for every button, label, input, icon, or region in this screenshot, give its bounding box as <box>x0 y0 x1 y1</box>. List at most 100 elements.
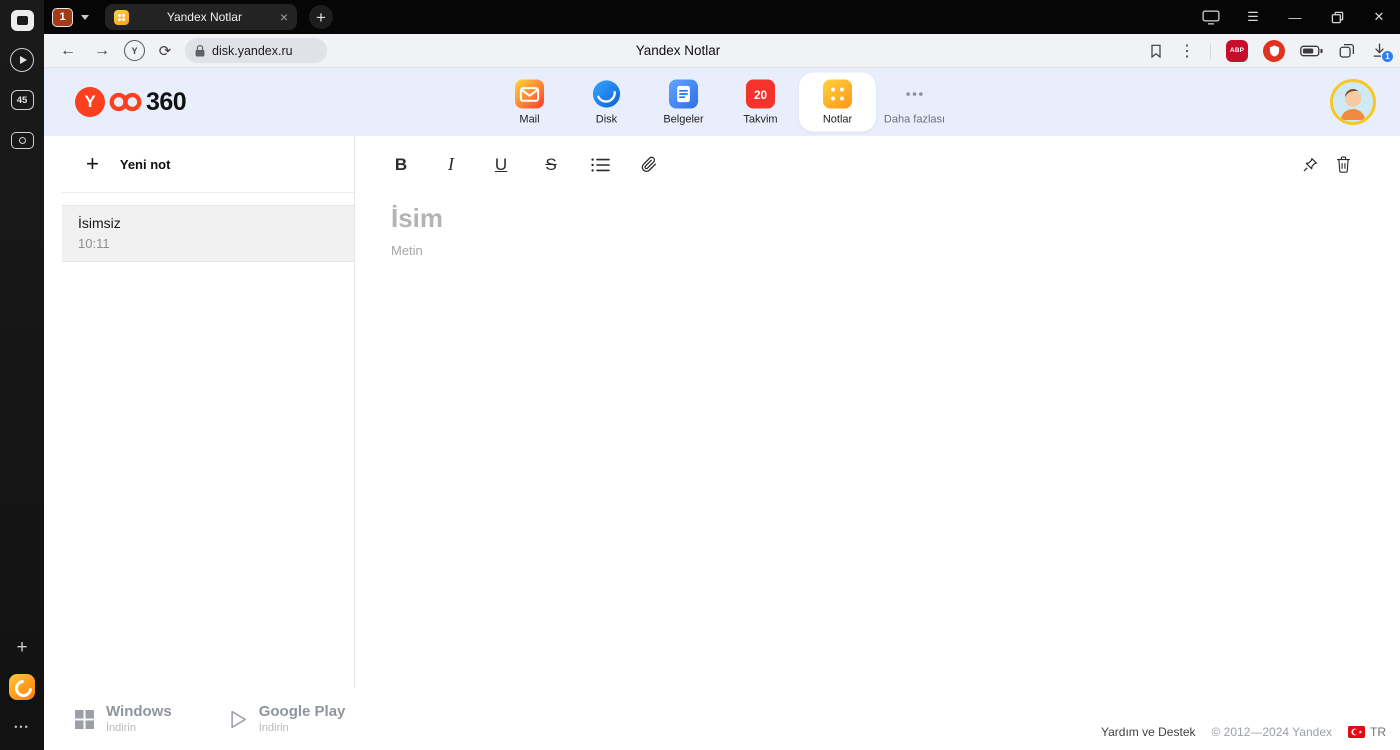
language-switcher[interactable]: TR <box>1348 725 1386 739</box>
disk-icon <box>592 80 621 109</box>
downloads-button[interactable]: 1 <box>1371 42 1394 63</box>
nav-item-disk[interactable]: Disk <box>568 73 645 132</box>
tabs-counter-button[interactable]: 45 <box>8 87 36 113</box>
address-bar[interactable]: disk.yandex.ru <box>185 38 327 63</box>
yandex-services-icon <box>9 674 35 700</box>
bookmark-button[interactable] <box>1148 42 1164 60</box>
avatar[interactable] <box>1330 79 1376 125</box>
italic-button[interactable]: I <box>441 154 461 175</box>
yandex-home-button[interactable]: Y <box>124 40 145 61</box>
svg-text:20: 20 <box>754 89 768 102</box>
browser-main: 1 Yandex Notlar × + ☰ — ✕ ← → Y ⟳ disk.y… <box>44 0 1400 750</box>
ellipsis-icon: ••• <box>14 722 30 732</box>
delete-note-button[interactable] <box>1335 155 1352 174</box>
video-play-button[interactable] <box>8 47 36 73</box>
footer-right: Yardım ve Destek © 2012—2024 Yandex TR <box>1101 725 1386 739</box>
note-title-placeholder[interactable]: İsim <box>391 203 1352 234</box>
battery-icon <box>1300 45 1323 56</box>
app-download-google-play[interactable]: Google Play İndirin <box>230 702 346 734</box>
tabs-count-badge: 45 <box>10 90 34 110</box>
sidebar-more-button[interactable]: ••• <box>8 714 36 740</box>
toolbar-menu-button[interactable]: ⋮ <box>1179 41 1195 61</box>
browser-toolbar: ← → Y ⟳ disk.yandex.ru Yandex Notlar ⋮ A… <box>44 34 1400 68</box>
plus-icon: + <box>86 151 99 176</box>
sidebar-bottom-group: + ••• <box>8 634 36 740</box>
yandex360-logo[interactable]: Y 360 <box>44 87 187 117</box>
note-list-item[interactable]: İsimsiz 10:11 <box>62 205 354 262</box>
abp-extension-button[interactable]: ABP <box>1226 39 1248 62</box>
restore-icon <box>1331 11 1343 23</box>
list-icon <box>591 157 610 172</box>
windows-icon <box>75 709 94 729</box>
strikethrough-button[interactable]: S <box>541 155 561 175</box>
logo-360-text: 360 <box>146 87 187 116</box>
toolbar-right-icons: ⋮ ABP 1 <box>1148 39 1394 63</box>
collections-button[interactable] <box>1338 42 1356 60</box>
toolbar-divider <box>1210 42 1211 59</box>
browser-menu-button[interactable]: ☰ <box>1244 8 1262 26</box>
tab-close-button[interactable]: × <box>280 10 288 24</box>
nav-item-more[interactable]: Daha fazlası <box>876 73 953 132</box>
note-editor: B I U S İsim Metin <box>355 136 1400 688</box>
infinity-icon <box>109 92 142 112</box>
reload-button[interactable]: ⟳ <box>155 42 175 60</box>
app-subtitle: İndirin <box>106 722 136 735</box>
tab-strip: 1 Yandex Notlar × + ☰ — ✕ <box>44 0 1400 34</box>
new-note-label: Yeni not <box>119 156 171 172</box>
sidebar-top-group: 45 <box>8 7 36 153</box>
browser-tab-active[interactable]: Yandex Notlar × <box>105 4 297 30</box>
tableau-button[interactable] <box>8 7 36 33</box>
panels-icon <box>1339 43 1355 58</box>
back-button[interactable]: ← <box>56 42 80 60</box>
note-body-placeholder[interactable]: Metin <box>391 243 1352 258</box>
trash-icon <box>1337 156 1350 173</box>
chevron-down-icon[interactable] <box>81 14 89 20</box>
underline-button[interactable]: U <box>491 155 511 175</box>
battery-button[interactable] <box>1300 45 1323 57</box>
copyright: © 2012—2024 Yandex <box>1211 725 1333 739</box>
notes-app-content: + Yeni not İsimsiz 10:11 B I U S İsim Me… <box>44 136 1400 688</box>
help-link[interactable]: Yardım ve Destek <box>1101 725 1195 739</box>
calendar-icon: 20 <box>746 79 775 109</box>
nav-item-notes[interactable]: Notlar <box>799 72 876 132</box>
tab-group-badge[interactable]: 1 <box>52 7 73 27</box>
more-icon <box>900 80 929 109</box>
app-name: Google Play <box>258 702 346 720</box>
nav-item-label: Notlar <box>822 113 853 126</box>
new-note-button[interactable]: + Yeni not <box>62 136 354 193</box>
nav-item-label: Disk <box>595 113 618 126</box>
minimize-button[interactable]: — <box>1286 8 1304 26</box>
nav-item-mail[interactable]: Mail <box>491 73 568 132</box>
nav-item-calendar[interactable]: 20 Takvim <box>722 73 799 132</box>
new-tab-button[interactable]: + <box>309 5 333 29</box>
pin-button[interactable] <box>1301 156 1319 174</box>
download-badge: 1 <box>1381 50 1394 63</box>
bold-button[interactable]: B <box>391 155 411 175</box>
screen-share-button[interactable] <box>1202 8 1220 26</box>
note-title: İsimsiz <box>78 215 121 231</box>
attach-button[interactable] <box>640 155 658 174</box>
yandex-services-button[interactable] <box>8 674 36 700</box>
editor-actions <box>1301 155 1352 174</box>
shield-icon <box>1269 45 1279 56</box>
service-header: Y 360 Mail Disk Belgeler 20 Takvim Notla… <box>44 68 1400 136</box>
notes-list: İsimsiz 10:11 <box>62 205 354 262</box>
nav-item-label: Takvim <box>743 113 778 126</box>
camera-icon <box>10 131 34 149</box>
browser-window: 45 + ••• 1 Yandex Notlar × + ☰ — ✕ ← → Y… <box>0 0 1400 750</box>
restore-button[interactable] <box>1328 8 1346 26</box>
close-window-button[interactable]: ✕ <box>1370 8 1388 26</box>
browser-sidebar: 45 + ••• <box>0 0 44 750</box>
app-download-windows[interactable]: Windows İndirin <box>75 703 172 735</box>
sidebar-add-button[interactable]: + <box>8 634 36 660</box>
app-text: Windows İndirin <box>106 703 172 735</box>
list-button[interactable] <box>591 157 610 173</box>
adblock-extension-button[interactable] <box>1263 39 1285 62</box>
camera-button[interactable] <box>8 127 36 153</box>
forward-button[interactable]: → <box>90 42 114 60</box>
language-label: TR <box>1370 725 1386 739</box>
app-text: Google Play İndirin <box>258 702 346 734</box>
pin-icon <box>1303 157 1317 171</box>
nav-item-documents[interactable]: Belgeler <box>645 73 722 132</box>
plus-icon: + <box>16 636 28 658</box>
